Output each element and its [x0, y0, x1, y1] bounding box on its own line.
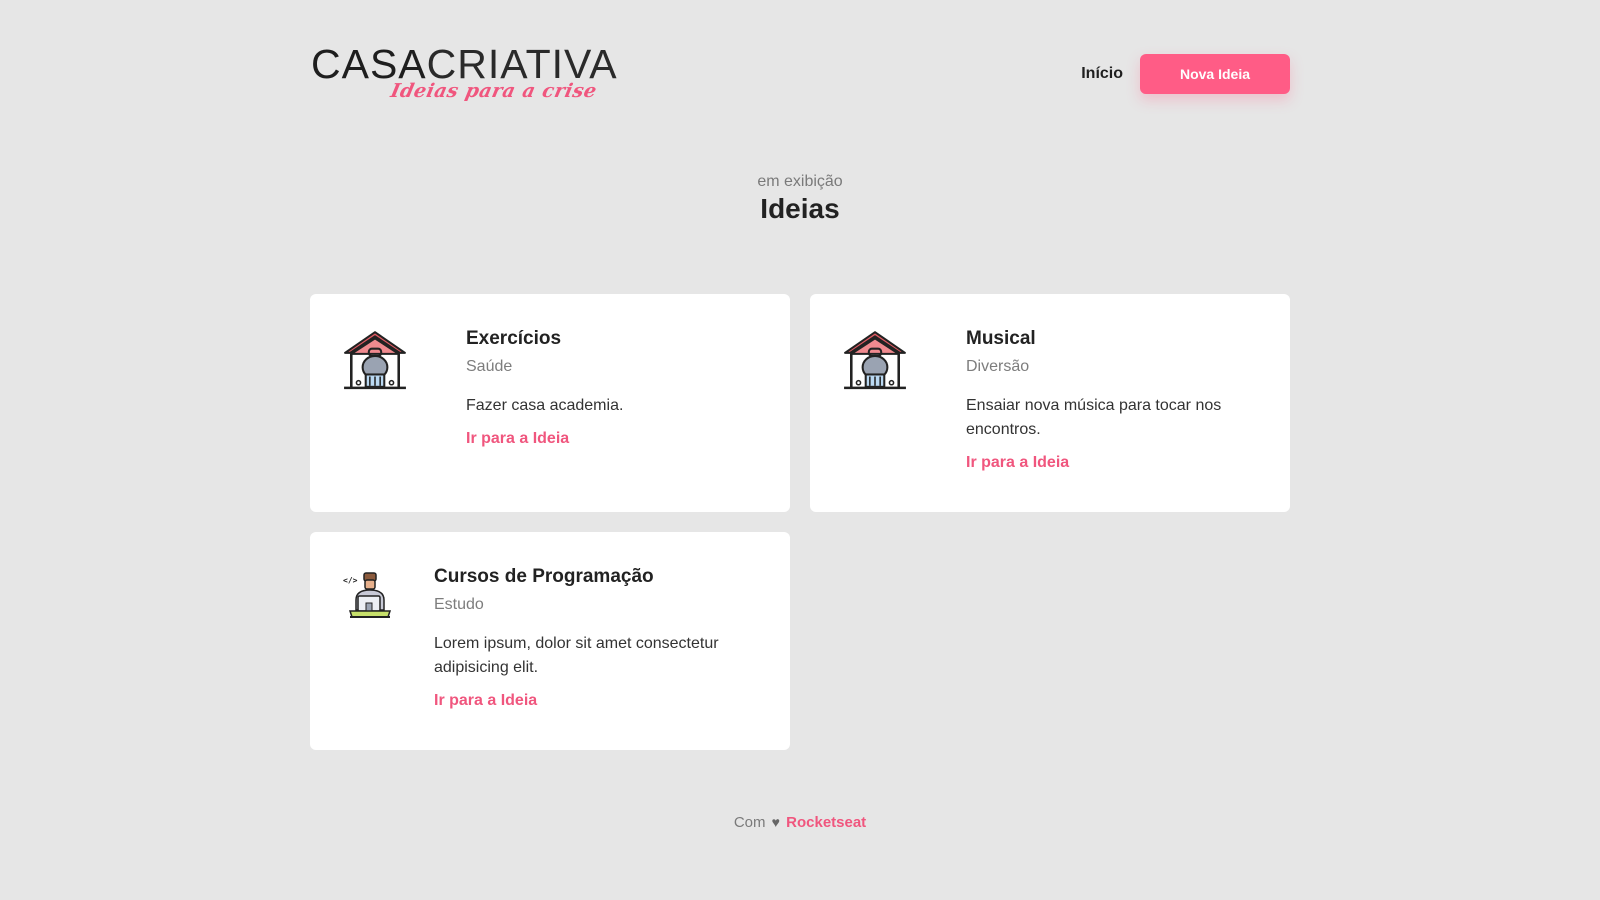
home-gym-icon [342, 326, 408, 392]
top-nav: Início Nova Ideia [1081, 54, 1290, 94]
section-subtitle: em exibição [757, 173, 843, 190]
logo-wordmark: CASACRIATIVA [311, 44, 617, 85]
logo-tagline: Ideias para a crise [388, 80, 599, 102]
idea-title: Cursos de Programação [434, 566, 654, 587]
idea-category: Estudo [434, 596, 484, 613]
idea-title: Musical [966, 328, 1036, 349]
heart-icon: ♥ [771, 814, 780, 830]
page: CASACRIATIVA Ideias para a crise Início … [0, 0, 1600, 900]
idea-card-content: Musical Diversão Ensaiar nova música par… [966, 326, 1258, 488]
idea-description: Fazer casa academia. [466, 397, 624, 414]
rocketseat-link[interactable]: Rocketseat [786, 814, 866, 831]
svg-text:</>: </> [343, 576, 358, 585]
idea-description: Ensaiar nova música para tocar nos encon… [966, 397, 1222, 438]
programmer-icon: </> [342, 570, 392, 620]
home-gym-icon [842, 326, 908, 392]
nav-home-link[interactable]: Início [1081, 65, 1123, 83]
idea-card: </> Cursos de Programação Estudo Lorem i… [310, 532, 790, 750]
go-to-idea-link[interactable]: Ir para a Ideia [466, 430, 569, 448]
go-to-idea-link[interactable]: Ir para a Ideia [434, 692, 537, 710]
idea-title: Exercícios [466, 328, 562, 349]
logo[interactable]: CASACRIATIVA Ideias para a crise [311, 44, 617, 106]
idea-category: Diversão [966, 358, 1030, 375]
footer: Com ♥ Rocketseat [0, 814, 1600, 831]
section-title: Ideias [760, 193, 840, 224]
idea-card: Exercícios Saúde Fazer casa academia. Ir… [310, 294, 790, 512]
go-to-idea-link[interactable]: Ir para a Ideia [966, 454, 1069, 472]
idea-card: Musical Diversão Ensaiar nova música par… [810, 294, 1290, 512]
idea-card-content: Cursos de Programação Estudo Lorem ipsum… [434, 564, 758, 726]
idea-category: Saúde [466, 358, 513, 375]
footer-prefix: Com [733, 814, 766, 831]
new-idea-button[interactable]: Nova Ideia [1140, 54, 1290, 94]
idea-card-content: Exercícios Saúde Fazer casa academia. Ir… [466, 326, 758, 488]
idea-description: Lorem ipsum, dolor sit amet consectetur … [434, 635, 719, 676]
section-header: em exibição Ideias [0, 173, 1600, 225]
